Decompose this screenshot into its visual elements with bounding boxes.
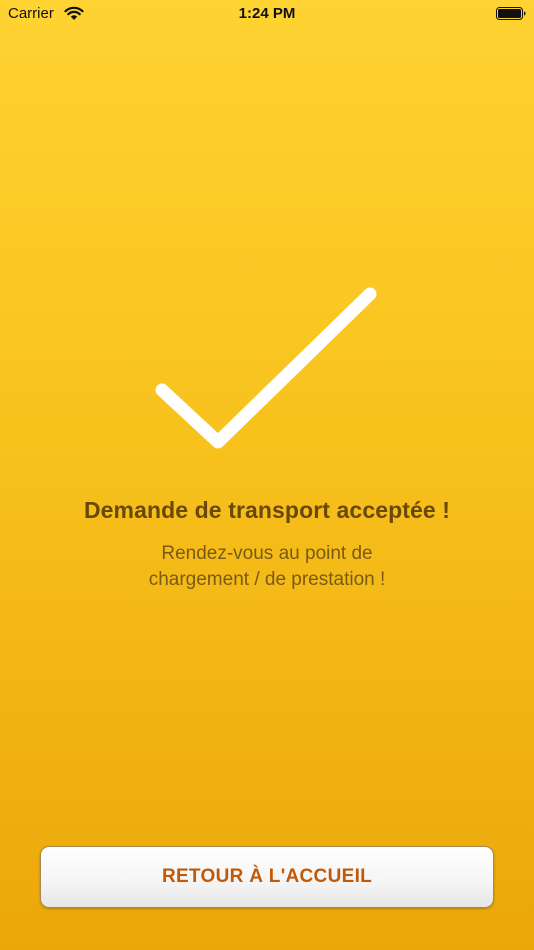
return-home-button-label: RETOUR À L'ACCUEIL xyxy=(161,866,373,887)
subtitle-line-2: chargement / de prestation ! xyxy=(148,569,386,590)
return-home-button[interactable]: RETOUR À L'ACCUEIL xyxy=(40,846,494,908)
checkmark-icon xyxy=(155,287,377,449)
subtitle-line-1: Rendez-vous au point de xyxy=(161,543,373,564)
confirmation-title: Demande de transport acceptée ! xyxy=(83,497,451,523)
battery-full-icon xyxy=(496,7,526,20)
confirmation-subtitle: Rendez-vous au point de chargement / de … xyxy=(0,541,534,593)
status-bar: Carrier 1:24 PM xyxy=(0,0,534,28)
clock-time: 1:24 PM xyxy=(238,5,296,22)
